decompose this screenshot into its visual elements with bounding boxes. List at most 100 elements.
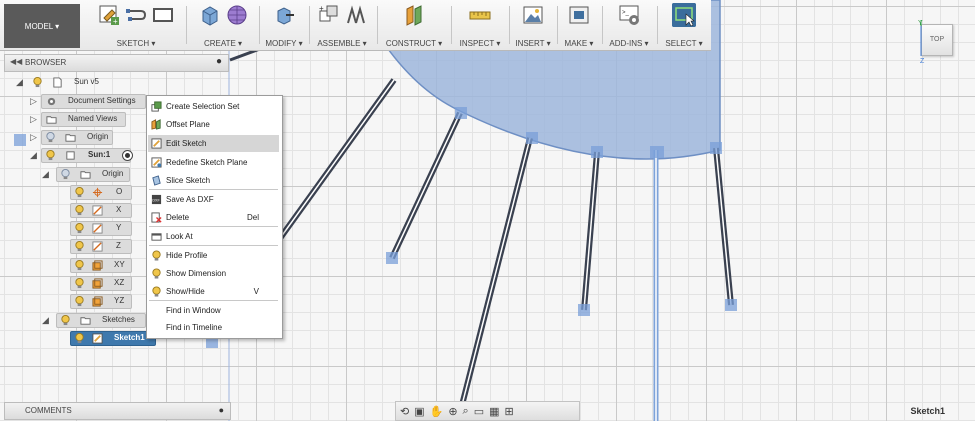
- toolbar-label-add-ins[interactable]: ADD-INS ▾: [604, 39, 654, 48]
- menu-item-delete[interactable]: Delete Del: [148, 209, 279, 226]
- bulb-icon[interactable]: [74, 259, 85, 271]
- collapse-panel-icon[interactable]: ◀◀: [10, 57, 22, 66]
- toolbar-group-select[interactable]: SELECT ▾: [660, 3, 708, 49]
- menu-item-look-at[interactable]: Look At: [148, 228, 279, 245]
- tree-node-xy-plane[interactable]: XY: [70, 258, 132, 273]
- pan-icon[interactable]: ✋: [430, 405, 444, 418]
- insert-image-icon[interactable]: [521, 3, 545, 27]
- menu-item-find-in-timeline[interactable]: Find in Timeline: [148, 319, 279, 336]
- expand-arrow-icon[interactable]: ▷: [30, 114, 37, 125]
- toolbar-label-modify[interactable]: MODIFY ▾: [262, 39, 306, 48]
- svg-text:+: +: [319, 4, 324, 13]
- offset-plane-icon: [151, 119, 161, 130]
- tree-node-x-axis[interactable]: X: [70, 203, 132, 218]
- grid-settings-icon[interactable]: ▦: [489, 405, 499, 418]
- expand-arrow-icon[interactable]: ◢: [42, 315, 49, 326]
- bulb-icon[interactable]: [74, 222, 85, 234]
- workspace-switcher-button[interactable]: MODEL ▾: [4, 4, 80, 48]
- bulb-icon[interactable]: [60, 314, 71, 326]
- tree-node-sketch1[interactable]: Sketch1: [70, 331, 158, 346]
- comments-add-button[interactable]: ●: [219, 405, 224, 415]
- toolbar-label-construct[interactable]: CONSTRUCT ▾: [382, 39, 446, 48]
- form-icon[interactable]: [225, 3, 249, 27]
- expand-arrow-icon[interactable]: ◢: [30, 150, 37, 161]
- expand-arrow-icon[interactable]: ▷: [30, 96, 37, 107]
- tree-node-z-axis[interactable]: Z: [70, 239, 132, 254]
- activate-component-radio[interactable]: [122, 150, 133, 161]
- bulb-icon[interactable]: [74, 277, 85, 289]
- toolbar-label-assemble[interactable]: ASSEMBLE ▾: [312, 39, 372, 48]
- toolbar-group-inspect[interactable]: INSPECT ▾: [454, 3, 506, 49]
- select-cursor-icon[interactable]: [672, 3, 696, 27]
- bulb-icon[interactable]: [45, 131, 56, 143]
- bulb-icon[interactable]: [74, 332, 85, 344]
- tree-node-document-settings[interactable]: ▷ Document Settings: [28, 94, 146, 109]
- tree-node-sun-1[interactable]: ◢ Sun:1: [28, 148, 148, 163]
- toolbar-group-add-ins[interactable]: >_ ADD-INS ▾: [604, 3, 654, 49]
- toolbar-label-create[interactable]: CREATE ▾: [190, 39, 256, 48]
- toolbar-group-insert[interactable]: INSERT ▾: [512, 3, 554, 49]
- tree-node-root[interactable]: ◢ Sun v5: [14, 75, 134, 90]
- create-sketch-icon[interactable]: +: [97, 3, 121, 27]
- menu-item-edit-sketch[interactable]: Edit Sketch: [148, 135, 279, 152]
- menu-item-redefine-sketch-plane[interactable]: Redefine Sketch Plane: [148, 154, 279, 171]
- extrude-icon[interactable]: [198, 3, 222, 27]
- menu-item-show-hide[interactable]: Show/Hide V: [148, 283, 279, 300]
- bulb-icon[interactable]: [74, 240, 85, 252]
- bulb-icon[interactable]: [74, 186, 85, 198]
- toolbar-group-make[interactable]: MAKE ▾: [560, 3, 598, 49]
- expand-arrow-icon[interactable]: ◢: [16, 77, 23, 88]
- rectangle-tool-icon[interactable]: [151, 3, 175, 27]
- measure-icon[interactable]: [468, 3, 492, 27]
- toolbar-group-modify[interactable]: MODIFY ▾: [262, 3, 306, 49]
- browser-minimize-button[interactable]: ●: [216, 56, 222, 67]
- browser-panel-header[interactable]: ◀◀ BROWSER ●: [4, 54, 229, 72]
- menu-item-find-in-window[interactable]: Find in Window: [148, 302, 279, 319]
- tree-node-xz-plane[interactable]: XZ: [70, 276, 132, 291]
- tree-node-origin[interactable]: ▷ Origin: [28, 130, 128, 145]
- line-tool-icon[interactable]: [124, 3, 148, 27]
- bulb-icon[interactable]: [32, 76, 43, 88]
- toolbar-group-sketch[interactable]: + SKETCH ▾: [88, 3, 184, 49]
- tree-node-yz-plane[interactable]: YZ: [70, 294, 132, 309]
- menu-item-hide-profile[interactable]: Hide Profile: [148, 247, 279, 264]
- toolbar-group-create[interactable]: CREATE ▾: [190, 3, 256, 49]
- menu-item-label: Slice Sketch: [166, 176, 211, 185]
- new-component-icon[interactable]: +: [317, 3, 341, 27]
- viewports-icon[interactable]: ⊞: [505, 405, 514, 418]
- bulb-icon[interactable]: [74, 295, 85, 307]
- comments-panel-header[interactable]: COMMENTS ●: [4, 402, 231, 420]
- toolbar-label-select[interactable]: SELECT ▾: [660, 39, 708, 48]
- tree-node-named-views[interactable]: ▷ Named Views: [28, 112, 138, 127]
- expand-arrow-icon[interactable]: ▷: [30, 132, 37, 143]
- tree-node-origin-point[interactable]: O: [70, 185, 132, 200]
- orbit-icon[interactable]: ⟲: [400, 405, 409, 418]
- zoom-icon[interactable]: ⊕: [448, 405, 457, 418]
- toolbar-label-inspect[interactable]: INSPECT ▾: [454, 39, 506, 48]
- display-settings-icon[interactable]: ▭: [474, 405, 484, 418]
- tree-node-sketches[interactable]: ◢ Sketches: [42, 313, 146, 328]
- menu-item-offset-plane[interactable]: Offset Plane: [148, 116, 279, 133]
- zoom-window-icon[interactable]: ⌕: [463, 405, 469, 418]
- expand-arrow-icon[interactable]: ◢: [42, 169, 49, 180]
- joint-icon[interactable]: [344, 3, 368, 27]
- menu-item-show-dimension[interactable]: Show Dimension: [148, 265, 279, 282]
- toolbar-label-make[interactable]: MAKE ▾: [560, 39, 598, 48]
- menu-item-save-as-dxf[interactable]: DXF Save As DXF: [148, 191, 279, 208]
- menu-item-slice-sketch[interactable]: Slice Sketch: [148, 172, 279, 189]
- bulb-icon[interactable]: [45, 149, 56, 161]
- tree-node-y-axis[interactable]: Y: [70, 221, 132, 236]
- toolbar-group-assemble[interactable]: + ASSEMBLE ▾: [312, 3, 372, 49]
- bulb-icon[interactable]: [74, 204, 85, 216]
- press-pull-icon[interactable]: [272, 3, 296, 27]
- scripts-icon[interactable]: >_: [617, 3, 641, 27]
- offset-plane-tool-icon[interactable]: [402, 3, 426, 27]
- tree-node-origin-sub[interactable]: ◢ Origin: [42, 167, 134, 182]
- menu-item-create-selection-set[interactable]: Create Selection Set: [148, 98, 279, 115]
- toolbar-group-construct[interactable]: CONSTRUCT ▾: [382, 3, 446, 49]
- toolbar-label-insert[interactable]: INSERT ▾: [512, 39, 554, 48]
- 3d-print-icon[interactable]: [567, 3, 591, 27]
- look-at-nav-icon[interactable]: ▣: [414, 405, 424, 418]
- bulb-icon[interactable]: [60, 168, 71, 180]
- toolbar-label-sketch[interactable]: SKETCH ▾: [88, 39, 184, 48]
